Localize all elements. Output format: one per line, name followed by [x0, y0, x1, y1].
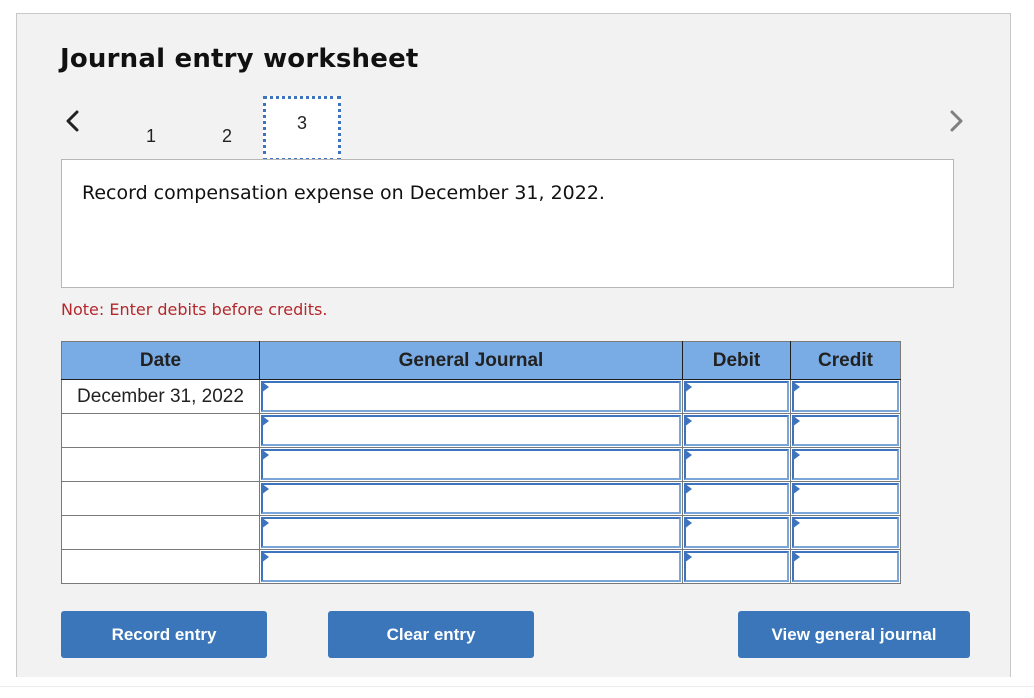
previous-button[interactable]	[61, 106, 85, 136]
credit-input[interactable]	[792, 449, 899, 480]
page-title: Journal entry worksheet	[60, 44, 419, 74]
debit-input[interactable]	[684, 483, 789, 514]
debit-input[interactable]	[684, 551, 789, 582]
table-row	[61, 515, 901, 550]
credit-input[interactable]	[792, 415, 899, 446]
next-button[interactable]	[944, 106, 968, 136]
step-tab-1[interactable]: 1	[141, 126, 161, 147]
debit-input[interactable]	[684, 415, 789, 446]
step-tab-3-active[interactable]: 3	[263, 96, 341, 161]
view-general-journal-button[interactable]: View general journal	[738, 611, 970, 658]
column-header-debit: Debit	[682, 341, 791, 380]
account-input[interactable]	[261, 415, 681, 446]
date-cell	[61, 515, 260, 550]
debit-input[interactable]	[684, 449, 789, 480]
journal-table: Date General Journal Debit Credit Decemb…	[61, 341, 901, 584]
credit-input[interactable]	[792, 551, 899, 582]
credit-input[interactable]	[792, 381, 899, 412]
table-row	[61, 549, 901, 584]
account-input[interactable]	[261, 449, 681, 480]
account-input[interactable]	[261, 483, 681, 514]
debit-input[interactable]	[684, 517, 789, 548]
date-cell: December 31, 2022	[61, 379, 260, 414]
date-cell	[61, 413, 260, 448]
step-tab-3-label: 3	[296, 113, 307, 133]
table-row	[61, 447, 901, 482]
table-row	[61, 481, 901, 516]
step-tab-2[interactable]: 2	[217, 126, 237, 147]
date-cell	[61, 549, 260, 584]
note-text: Note: Enter debits before credits.	[61, 300, 328, 319]
table-row: December 31, 2022	[61, 379, 901, 414]
record-entry-button[interactable]: Record entry	[61, 611, 267, 658]
column-header-date: Date	[61, 341, 260, 380]
account-input[interactable]	[261, 517, 681, 548]
account-input[interactable]	[261, 381, 681, 412]
chevron-left-icon	[66, 110, 79, 132]
instruction-text: Record compensation expense on December …	[82, 182, 605, 204]
table-header-row: Date General Journal Debit Credit	[61, 341, 901, 380]
date-cell	[61, 481, 260, 516]
date-cell	[61, 447, 260, 482]
debit-input[interactable]	[684, 381, 789, 412]
column-header-credit: Credit	[790, 341, 901, 380]
column-header-general-journal: General Journal	[259, 341, 683, 380]
worksheet-panel: Journal entry worksheet 1 2 3 Record com…	[16, 13, 1011, 677]
credit-input[interactable]	[792, 483, 899, 514]
account-input[interactable]	[261, 551, 681, 582]
clear-entry-button[interactable]: Clear entry	[328, 611, 534, 658]
divider	[0, 686, 1034, 687]
chevron-right-icon	[950, 110, 963, 132]
table-row	[61, 413, 901, 448]
credit-input[interactable]	[792, 517, 899, 548]
instruction-box: Record compensation expense on December …	[61, 159, 954, 288]
